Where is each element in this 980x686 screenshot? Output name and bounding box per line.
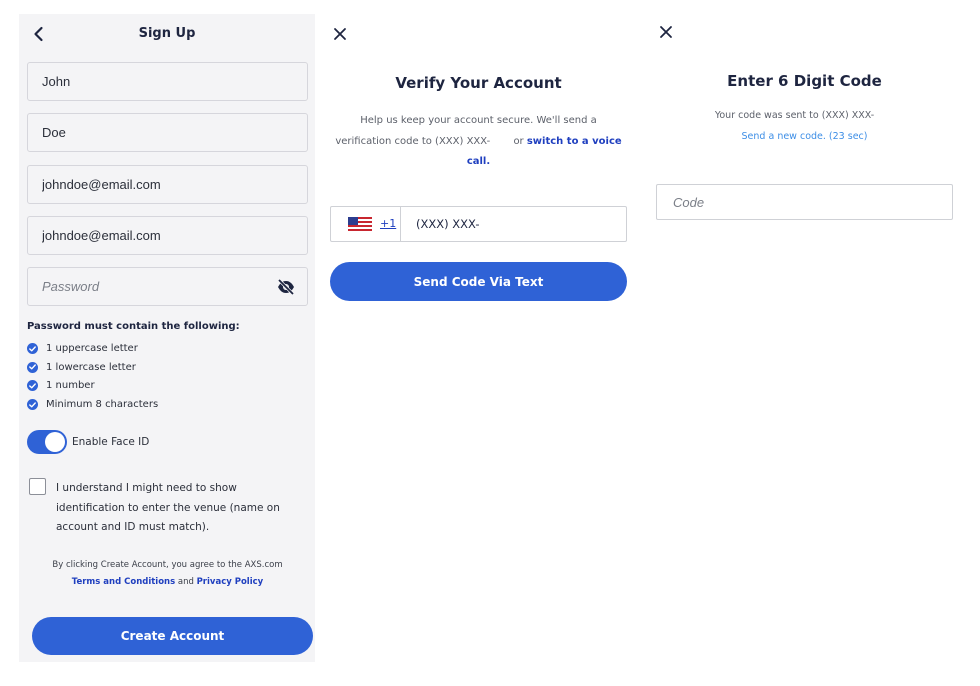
check-circle-icon xyxy=(27,343,38,354)
requirement-label: 1 number xyxy=(46,380,95,392)
dial-code[interactable]: +1 xyxy=(380,217,396,230)
code-field[interactable] xyxy=(656,184,953,220)
confirm-email-field[interactable] xyxy=(27,216,308,255)
first-name-field[interactable] xyxy=(27,62,308,101)
code-sent-label: Your code was sent to (XXX) XXX- xyxy=(714,110,875,121)
verify-desc-or: or xyxy=(513,135,524,147)
email-field[interactable] xyxy=(27,165,308,204)
phone-input[interactable] xyxy=(402,207,626,241)
legal-and: and xyxy=(177,577,194,587)
id-consent-label: I understand I might need to show identi… xyxy=(56,482,280,533)
requirement-label: Minimum 8 characters xyxy=(46,399,159,411)
password-requirements-list: 1 uppercase letter 1 lowercase letter 1 … xyxy=(27,342,158,417)
close-icon[interactable] xyxy=(333,27,347,41)
requirement-item: 1 uppercase letter xyxy=(27,342,158,361)
code-sent-text: Your code was sent to (XXX) XXX- xyxy=(656,110,953,121)
legal-notice: By clicking Create Account, you agree to… xyxy=(27,557,308,591)
create-account-button[interactable]: Create Account xyxy=(32,617,313,655)
requirement-label: 1 uppercase letter xyxy=(46,343,138,354)
last-name-input[interactable] xyxy=(28,114,307,151)
check-circle-icon xyxy=(27,380,38,392)
password-input[interactable] xyxy=(28,268,307,305)
password-field[interactable] xyxy=(27,267,308,306)
last-name-field[interactable] xyxy=(27,113,308,152)
check-circle-icon xyxy=(27,399,38,411)
requirement-item: 1 number xyxy=(27,379,158,398)
verify-description: Help us keep your account secure. We'll … xyxy=(333,111,624,173)
eye-slash-icon[interactable] xyxy=(277,278,295,296)
send-code-button[interactable]: Send Code Via Text xyxy=(330,262,627,301)
requirement-item: Minimum 8 characters xyxy=(27,398,158,417)
signup-panel: Sign Up Password must contain the follow… xyxy=(19,14,315,662)
first-name-input[interactable] xyxy=(28,63,307,100)
code-input[interactable] xyxy=(657,185,952,219)
resend-code-link[interactable]: Send a new code. (23 sec) xyxy=(656,131,953,142)
requirement-label: 1 lowercase letter xyxy=(46,361,136,373)
privacy-link[interactable]: Privacy Policy xyxy=(197,577,264,587)
requirement-item: 1 lowercase letter xyxy=(27,361,158,380)
country-code-selector[interactable]: +1 xyxy=(331,207,401,241)
close-icon[interactable] xyxy=(659,25,673,39)
id-consent-checkbox[interactable] xyxy=(29,478,46,495)
signup-header: Sign Up xyxy=(19,14,315,54)
email-input[interactable] xyxy=(28,166,307,203)
legal-prefix: By clicking Create Account, you agree to… xyxy=(52,560,283,570)
phone-field[interactable]: +1 xyxy=(330,206,627,242)
terms-link[interactable]: Terms and Conditions xyxy=(72,577,175,587)
face-id-toggle[interactable] xyxy=(27,430,67,454)
confirm-email-input[interactable] xyxy=(28,217,307,254)
toggle-knob xyxy=(45,432,65,452)
check-circle-icon xyxy=(27,361,38,373)
us-flag-icon xyxy=(348,217,372,231)
verify-title: Verify Your Account xyxy=(395,74,562,92)
page-title: Sign Up xyxy=(138,26,196,41)
code-title: Enter 6 Digit Code xyxy=(727,72,882,90)
password-requirements-heading: Password must contain the following: xyxy=(27,321,240,332)
face-id-label: Enable Face ID xyxy=(72,436,150,448)
